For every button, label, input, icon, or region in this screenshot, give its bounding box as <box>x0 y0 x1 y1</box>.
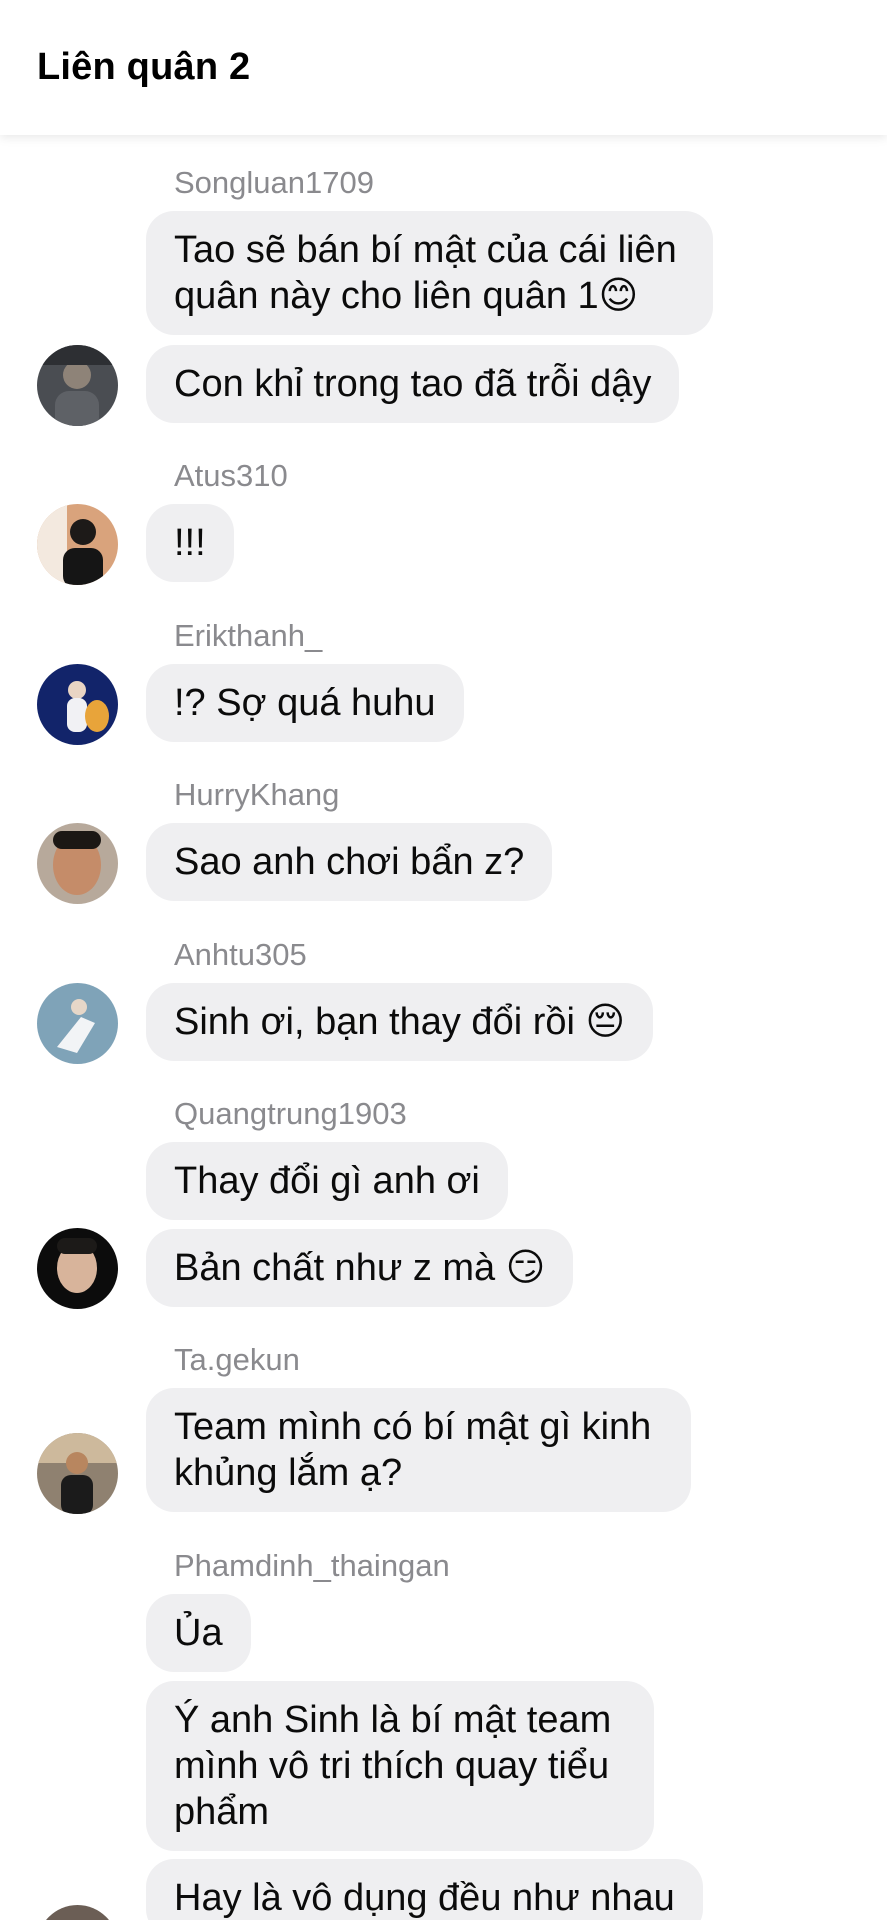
avatar[interactable] <box>37 983 118 1064</box>
message-list[interactable]: Songluan1709 Tao sẽ bán bí mật của cái l… <box>0 135 887 1920</box>
message-bubble[interactable]: Team mình có bí mật gì kinh khủng lắm ạ? <box>146 1388 691 1512</box>
chat-header: Liên quân 2 <box>0 0 887 135</box>
avatar[interactable] <box>37 1228 118 1309</box>
avatar[interactable] <box>37 1905 118 1920</box>
sender-name[interactable]: Anhtu305 <box>174 937 307 973</box>
sender-name[interactable]: Atus310 <box>174 458 288 494</box>
sender-name[interactable]: HurryKhang <box>174 777 339 813</box>
avatar[interactable] <box>37 504 118 585</box>
avatar[interactable] <box>37 1433 118 1514</box>
avatar[interactable] <box>37 664 118 745</box>
message-bubble[interactable]: Hay là vô dụng đều như nhau <box>146 1859 703 1920</box>
message-bubble[interactable]: Ý anh Sinh là bí mật team mình vô tri th… <box>146 1681 654 1851</box>
sender-name[interactable]: Erikthanh_ <box>174 618 322 654</box>
message-bubble[interactable]: Bản chất như z mà 😏 <box>146 1229 574 1307</box>
sender-name[interactable]: Phamdinh_thaingan <box>174 1548 450 1584</box>
message-bubble[interactable]: Sinh ơi, bạn thay đổi rồi 😔 <box>146 983 654 1061</box>
sender-name[interactable]: Ta.gekun <box>174 1342 300 1378</box>
message-bubble[interactable]: !? Sợ quá huhu <box>146 664 464 742</box>
group-title[interactable]: Liên quân 2 <box>37 46 250 89</box>
message-bubble[interactable]: Sao anh chơi bẩn z? <box>146 823 553 901</box>
message-bubble[interactable]: Thay đổi gì anh ơi <box>146 1142 508 1220</box>
avatar[interactable] <box>37 823 118 904</box>
avatar[interactable] <box>37 345 118 426</box>
sender-name[interactable]: Songluan1709 <box>174 165 374 201</box>
sender-name[interactable]: Quangtrung1903 <box>174 1096 407 1132</box>
message-bubble[interactable]: !!! <box>146 504 234 582</box>
message-bubble[interactable]: Ủa <box>146 1594 251 1672</box>
message-bubble[interactable]: Tao sẽ bán bí mật của cái liên quân này … <box>146 211 713 335</box>
message-bubble[interactable]: Con khỉ trong tao đã trỗi dậy <box>146 345 680 423</box>
